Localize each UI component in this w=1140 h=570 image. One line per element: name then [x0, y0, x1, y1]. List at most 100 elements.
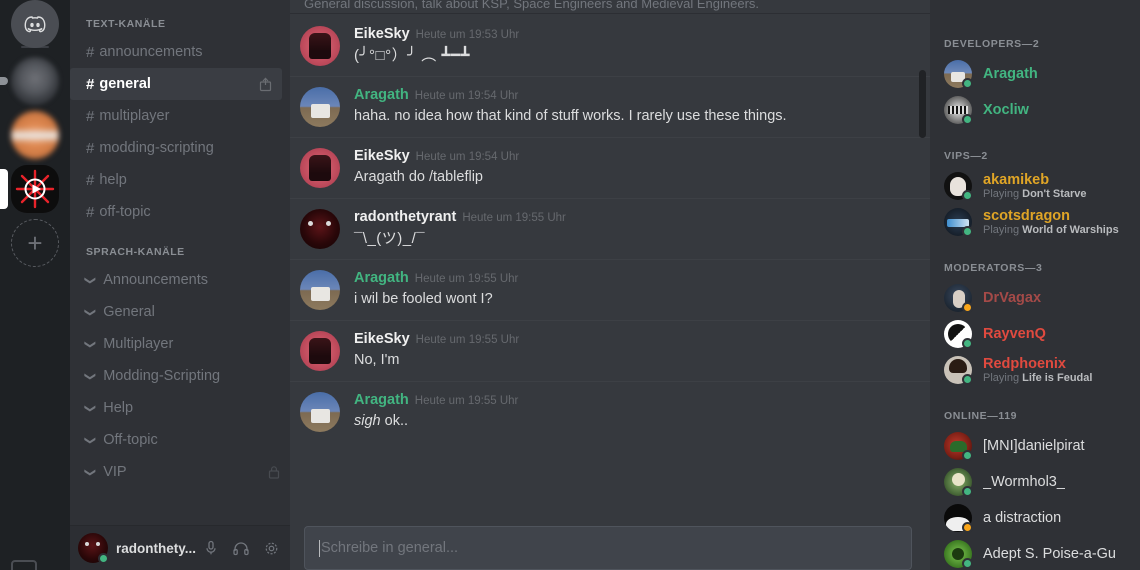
message-scrollbar[interactable]	[919, 14, 926, 526]
add-server-button[interactable]: +	[0, 216, 70, 270]
invite-icon[interactable]	[259, 77, 272, 92]
avatar[interactable]	[300, 270, 340, 310]
message-header: Aragath Heute um 19:54 Uhr	[354, 87, 904, 104]
hash-icon: #	[86, 107, 95, 125]
member-text: Adept S. Poise-a-Gu	[983, 546, 1116, 562]
sidebar-channel-multiplayer[interactable]: # multiplayer	[70, 100, 282, 132]
chevron-down-icon: ❯	[84, 339, 97, 349]
sidebar-voice-channel-Help[interactable]: ❯ Help	[70, 392, 290, 424]
chevron-down-icon: ❯	[84, 435, 97, 445]
server-icon-1[interactable]	[0, 54, 70, 108]
message-timestamp: Heute um 19:55 Uhr	[462, 212, 566, 224]
member-list-item[interactable]: Aragath	[930, 56, 1140, 92]
headphones-icon[interactable]	[226, 533, 256, 563]
member-list-item[interactable]: scotsdragon Playing World of Warships	[930, 204, 1140, 240]
member-name: scotsdragon	[983, 207, 1071, 224]
member-list-item[interactable]: DrVagax	[930, 280, 1140, 316]
member-list-item[interactable]: Redphoenix Playing Life is Feudal	[930, 352, 1140, 388]
message-text: haha. no idea how that kind of stuff wor…	[354, 108, 787, 124]
message-author[interactable]: radonthetyrant	[354, 209, 456, 225]
message-author[interactable]: Aragath	[354, 392, 409, 408]
member-groups: DEVELOPERS—2 Aragath Xocliw VIPS—2 akamikeb P…	[930, 0, 1140, 570]
sidebar-channel-off-topic[interactable]: # off-topic	[70, 196, 282, 228]
avatar	[944, 540, 973, 569]
voice-channel-group: ❯ Announcements ❯ General ❯ Multiplayer ❯ Moddi…	[70, 264, 290, 488]
sidebar-voice-channel-Announcements[interactable]: ❯ Announcements	[70, 264, 290, 296]
channel-list: TEXT-KANÄLE # announcements # general # multi…	[70, 0, 290, 525]
sidebar-voice-channel-Modding-Scripting[interactable]: ❯ Modding-Scripting	[70, 360, 290, 392]
message-body: radonthetyrant Heute um 19:55 Uhr ¯\_(ツ)_/…	[354, 209, 904, 249]
sidebar-voice-channel-Multiplayer[interactable]: ❯ Multiplayer	[70, 328, 290, 360]
home-button[interactable]	[0, 0, 70, 48]
avatar[interactable]	[300, 209, 340, 249]
avatar	[944, 172, 973, 201]
message: Aragath Heute um 19:55 Uhr sigh ok..	[290, 381, 930, 442]
activity-game: Don't Starve	[1022, 187, 1087, 200]
member-list-item[interactable]: [MNI]danielpirat	[930, 428, 1140, 464]
mic-svg	[206, 540, 216, 555]
member-name: a distraction	[983, 510, 1062, 526]
member-text: akamikeb Playing Don't Starve	[983, 172, 1087, 201]
message: EikeSky Heute um 19:54 Uhr Aragath do /tab…	[290, 137, 930, 198]
sidebar-channel-announcements[interactable]: # announcements	[70, 36, 282, 68]
voice-channel-label: Help	[103, 400, 134, 416]
chevron-down-icon: ❯	[84, 307, 97, 317]
member-list-item[interactable]: akamikeb Playing Don't Starve	[930, 168, 1140, 204]
scrollbar-thumb[interactable]	[919, 70, 926, 138]
member-list-item[interactable]: a distraction	[930, 500, 1140, 536]
member-text: a distraction	[983, 510, 1061, 526]
hash-icon: #	[86, 75, 95, 93]
sidebar-channel-modding-scripting[interactable]: # modding-scripting	[70, 132, 282, 164]
sidebar-voice-channel-Off-topic[interactable]: ❯ Off-topic	[70, 424, 290, 456]
message-text: No, I'm	[354, 352, 400, 368]
sidebar-voice-channel-VIP[interactable]: ❯ VIP	[70, 456, 290, 488]
server-icon-3-active[interactable]	[0, 162, 70, 216]
channel-label: multiplayer	[99, 108, 170, 124]
voice-channels-header: SPRACH-KANÄLE	[86, 246, 185, 258]
member-list-item[interactable]: RayvenQ	[930, 316, 1140, 352]
status-dot-idle	[962, 302, 973, 313]
avatar	[944, 208, 973, 237]
sidebar-channel-general[interactable]: # general	[70, 68, 282, 100]
sidebar-voice-channel-General[interactable]: ❯ General	[70, 296, 290, 328]
channel-topic: General discussion, talk about KSP, Spac…	[290, 0, 930, 14]
avatar[interactable]	[300, 331, 340, 371]
channel-label: help	[99, 172, 127, 188]
sidebar-channel-help[interactable]: # help	[70, 164, 282, 196]
avatar[interactable]	[300, 148, 340, 188]
message-input[interactable]: Schreibe in general...	[304, 526, 912, 570]
avatar[interactable]	[78, 533, 109, 564]
message-author[interactable]: EikeSky	[354, 26, 410, 42]
avatar	[944, 284, 973, 313]
status-dot-online	[962, 338, 973, 349]
server-icon-2[interactable]	[0, 108, 70, 162]
member-list-item[interactable]: _Wormhol3_	[930, 464, 1140, 500]
message-author[interactable]: EikeSky	[354, 331, 410, 347]
member-activity: Playing World of Warships	[983, 224, 1119, 237]
member-list-item[interactable]: Adept S. Poise-a-Gu	[930, 536, 1140, 570]
gear-icon[interactable]	[256, 533, 286, 563]
avatar[interactable]	[300, 392, 340, 432]
message-header: radonthetyrant Heute um 19:55 Uhr	[354, 209, 904, 226]
message-timestamp: Heute um 19:53 Uhr	[415, 29, 520, 41]
member-list-item[interactable]: Xocliw	[930, 92, 1140, 128]
message-author[interactable]: EikeSky	[354, 148, 410, 164]
voice-channel-label: Off-topic	[103, 432, 158, 448]
microphone-icon[interactable]	[196, 533, 226, 563]
red-star-logo-icon	[15, 169, 55, 209]
member-name: _Wormhol3_	[983, 474, 1065, 490]
messages-container: EikeSky Heute um 19:53 Uhr (╯°□°）╯ ︵ ┻━┻ Ar…	[290, 16, 930, 442]
message-author[interactable]: Aragath	[354, 87, 409, 103]
message-body: Aragath Heute um 19:55 Uhr i wil be fooled…	[354, 270, 904, 310]
message-timestamp: Heute um 19:54 Uhr	[414, 90, 519, 102]
member-name: akamikeb	[983, 171, 1050, 188]
avatar	[944, 504, 973, 533]
avatar[interactable]	[300, 87, 340, 127]
text-channels-header: TEXT-KANÄLE	[86, 18, 166, 30]
message-input-placeholder: Schreibe in general...	[321, 540, 459, 556]
avatar[interactable]	[300, 26, 340, 66]
server-avatar	[11, 165, 59, 213]
message-author[interactable]: Aragath	[354, 270, 409, 286]
status-dot-online	[962, 558, 973, 569]
rail-bottom-icon[interactable]	[11, 560, 37, 570]
